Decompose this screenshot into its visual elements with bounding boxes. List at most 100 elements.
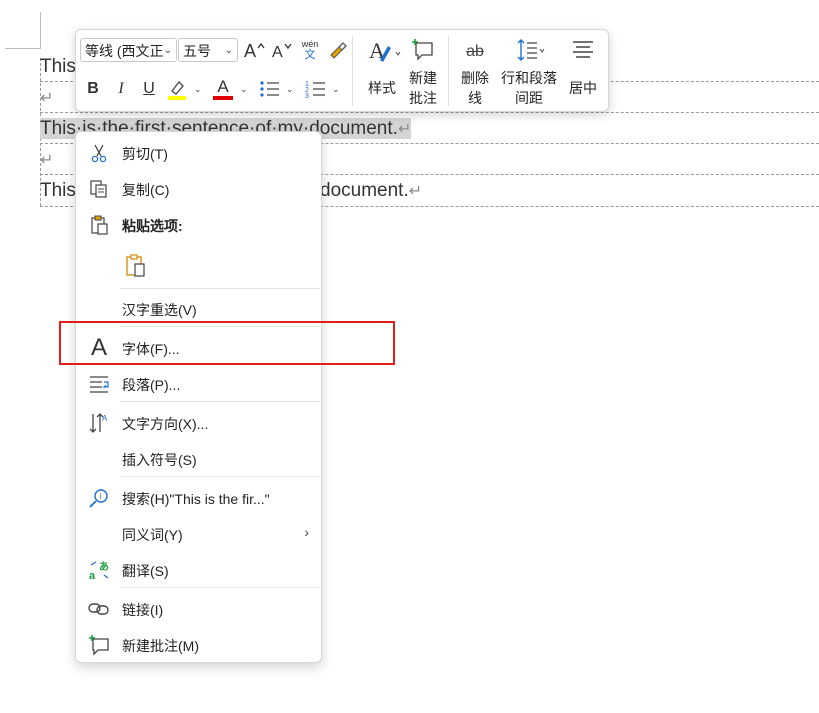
menu-item-cut[interactable]: 剪切(T) bbox=[76, 135, 321, 169]
new-comment-icon bbox=[88, 634, 110, 656]
menu-item-label: 粘贴选项: bbox=[122, 218, 183, 234]
paste-option-keep-text-only[interactable] bbox=[76, 246, 321, 286]
translate-icon: aあ bbox=[88, 559, 110, 581]
menu-item-text-direction[interactable]: A 文字方向(X)... bbox=[76, 405, 321, 439]
shrink-font-icon: A bbox=[272, 43, 292, 60]
svg-text:A: A bbox=[102, 414, 108, 423]
svg-text:A: A bbox=[272, 44, 283, 60]
menu-item-synonyms[interactable]: 同义词(Y) › bbox=[76, 516, 321, 550]
bold-button[interactable]: B bbox=[82, 78, 104, 100]
numbered-list-icon: 123 bbox=[305, 81, 325, 99]
menu-item-label: 段落(P)... bbox=[122, 377, 181, 393]
italic-button[interactable]: I bbox=[110, 78, 132, 100]
line-spacing-button[interactable] bbox=[516, 36, 546, 64]
menu-item-label: 新建批注(M) bbox=[122, 638, 199, 654]
document-line-5[interactable]: This bbox=[40, 179, 76, 203]
styles-label: 样式 bbox=[368, 80, 396, 96]
phonetic-bottom-text: 文 bbox=[304, 49, 316, 61]
toolbar-divider bbox=[448, 36, 449, 106]
document-line-5-end[interactable]: document.↵ bbox=[320, 179, 422, 204]
line-spacing-label: 行和段落 间距 bbox=[501, 70, 557, 106]
document-line-1[interactable]: This bbox=[40, 55, 76, 79]
strikethrough-button[interactable]: ab bbox=[460, 40, 490, 64]
chevron-down-icon[interactable]: ⌄ bbox=[332, 84, 340, 95]
center-align-icon bbox=[573, 41, 593, 58]
menu-item-label: 链接(I) bbox=[122, 602, 164, 618]
menu-item-insert-symbol[interactable]: 插入符号(S) bbox=[76, 441, 321, 475]
page-margin-corner-vertical bbox=[40, 12, 41, 48]
chevron-down-icon[interactable]: ⌄ bbox=[194, 84, 202, 95]
scissors-icon bbox=[88, 142, 110, 164]
chevron-down-icon: ⌄ bbox=[224, 45, 233, 56]
underline-label: U bbox=[143, 80, 155, 97]
menu-item-label: 搜索(H)"This is the fir..." bbox=[122, 491, 270, 507]
font-color-letter: A bbox=[217, 77, 229, 96]
menu-item-label: 翻译(S) bbox=[122, 563, 169, 579]
format-painter-button[interactable] bbox=[326, 38, 350, 62]
toolbar-divider bbox=[352, 36, 353, 106]
svg-text:A: A bbox=[244, 41, 256, 60]
styles-button[interactable]: A bbox=[364, 36, 404, 66]
paste-keep-text-icon bbox=[122, 252, 150, 280]
styles-icon: A bbox=[369, 38, 401, 63]
center-align-button[interactable] bbox=[570, 38, 596, 62]
document-empty-line-4[interactable]: ↵ bbox=[40, 148, 53, 173]
strikethrough-icon: ab bbox=[466, 43, 484, 60]
mini-toolbar: 等线 (西文正 ⌄ 五号 ⌄ A A wén 文 B I U ⌄ A ⌄ ⌄ 1… bbox=[75, 29, 609, 112]
menu-item-translate[interactable]: aあ 翻译(S) bbox=[76, 552, 321, 586]
chevron-down-icon[interactable]: ⌄ bbox=[286, 84, 294, 95]
paste-icon bbox=[88, 214, 110, 236]
menu-item-label: 复制(C) bbox=[122, 182, 170, 198]
menu-item-copy[interactable]: 复制(C) bbox=[76, 171, 321, 205]
font-color-button[interactable]: A bbox=[212, 76, 234, 102]
page-margin-corner-horizontal bbox=[5, 48, 41, 49]
menu-item-link[interactable]: 链接(I) bbox=[76, 591, 321, 625]
menu-item-new-comment[interactable]: 新建批注(M) bbox=[76, 627, 321, 661]
bullets-button[interactable] bbox=[258, 78, 282, 100]
new-comment-button[interactable] bbox=[408, 36, 438, 64]
copy-icon bbox=[88, 178, 110, 200]
menu-separator bbox=[120, 401, 320, 402]
menu-item-reconvert[interactable]: 汉字重选(V) bbox=[76, 291, 321, 325]
font-size-dropdown[interactable]: 五号 ⌄ bbox=[178, 38, 238, 62]
line-separator bbox=[40, 112, 819, 113]
chevron-right-icon: › bbox=[304, 524, 309, 540]
menu-item-search[interactable]: i 搜索(H)"This is the fir..." bbox=[76, 480, 321, 514]
document-empty-line-2[interactable]: ↵ bbox=[40, 86, 53, 111]
new-comment-icon bbox=[412, 39, 433, 61]
svg-text:a: a bbox=[89, 570, 96, 581]
italic-label: I bbox=[118, 80, 124, 97]
svg-text:3: 3 bbox=[305, 93, 309, 99]
font-name-dropdown[interactable]: 等线 (西文正 ⌄ bbox=[80, 38, 177, 62]
bullet-list-icon bbox=[260, 81, 279, 97]
font-name-value: 等线 (西文正 bbox=[85, 43, 164, 59]
svg-text:あ: あ bbox=[99, 560, 109, 573]
menu-item-paragraph[interactable]: 段落(P)... bbox=[76, 366, 321, 400]
highlighter-icon bbox=[168, 81, 186, 100]
menu-separator bbox=[120, 288, 320, 289]
search-icon: i bbox=[88, 487, 110, 509]
context-menu: 剪切(T) 复制(C) 粘贴选项: 汉字重选(V) A 字体(F)... 段落(… bbox=[75, 131, 322, 663]
numbering-button[interactable]: 123 bbox=[304, 78, 328, 100]
strikethrough-label: 删除线 bbox=[461, 70, 489, 106]
svg-text:i: i bbox=[100, 492, 102, 501]
menu-item-label: 文字方向(X)... bbox=[122, 416, 209, 432]
paragraph-icon bbox=[88, 373, 110, 395]
underline-button[interactable]: U bbox=[138, 78, 160, 100]
center-align-label: 居中 bbox=[569, 80, 597, 96]
menu-item-label: 汉字重选(V) bbox=[122, 302, 197, 318]
grow-font-icon: A bbox=[244, 41, 265, 60]
menu-separator bbox=[120, 587, 320, 588]
paste-options-header: 粘贴选项: bbox=[76, 207, 321, 241]
bold-label: B bbox=[87, 80, 99, 97]
chevron-down-icon[interactable]: ⌄ bbox=[240, 84, 248, 95]
menu-separator bbox=[120, 476, 320, 477]
shrink-font-button[interactable]: A bbox=[270, 38, 294, 62]
grow-font-button[interactable]: A bbox=[242, 38, 266, 62]
line-spacing-icon bbox=[517, 39, 545, 61]
highlight-button[interactable] bbox=[166, 76, 188, 102]
menu-item-label: 插入符号(S) bbox=[122, 452, 197, 468]
phonetic-guide-button[interactable]: wén 文 bbox=[298, 36, 322, 64]
red-highlight-annotation bbox=[59, 321, 395, 365]
link-icon bbox=[88, 598, 110, 620]
